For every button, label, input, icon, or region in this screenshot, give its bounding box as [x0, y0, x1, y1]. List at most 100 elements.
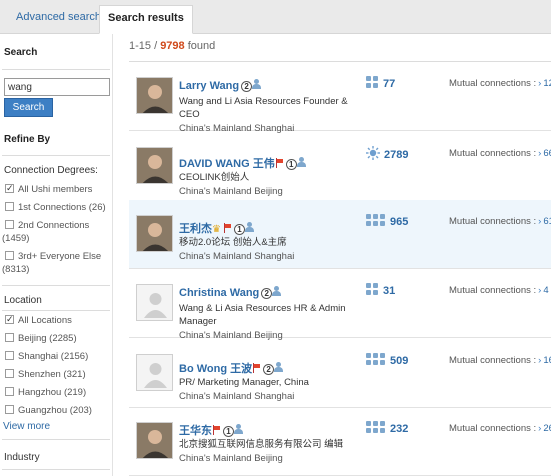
chevron-right-icon: ›	[538, 148, 542, 159]
search-input[interactable]	[4, 78, 110, 96]
view-more-link[interactable]: View more	[3, 421, 50, 432]
mutual-connections[interactable]: Mutual connections :›16	[449, 355, 551, 366]
checkbox[interactable]	[5, 333, 14, 342]
industry-title: Industry	[4, 452, 40, 463]
connection-degree-badge: 2	[263, 364, 275, 375]
profile-placeholder-icon[interactable]	[136, 284, 173, 321]
mutual-count[interactable]: 16	[543, 355, 551, 366]
people-group-icon	[366, 283, 379, 299]
result-row[interactable]: Bo Wong 王波 2 PR/ Marketing Manager, China C…	[129, 339, 551, 408]
filter-all-locations[interactable]: All Locations	[5, 313, 113, 327]
connections-number[interactable]: 2789	[384, 149, 408, 161]
connections-number[interactable]: 965	[390, 216, 408, 228]
network-hub-icon	[366, 146, 380, 163]
people-group-icon	[366, 214, 386, 230]
result-name-line: 王华东 1	[179, 422, 243, 437]
crown-icon: ♛	[212, 224, 221, 235]
profile-photo[interactable]	[136, 147, 173, 184]
mutual-connections[interactable]: Mutual connections :›66	[449, 148, 551, 159]
mutual-count[interactable]: 4	[543, 285, 548, 296]
result-name-link[interactable]: Bo Wong 王波	[179, 363, 252, 375]
chevron-right-icon: ›	[538, 423, 542, 434]
filter-2nd-connections[interactable]: 2nd Connections (1459)	[2, 219, 113, 245]
filter-hangzhou[interactable]: Hangzhou (219)	[5, 386, 113, 399]
checkbox-checked[interactable]	[5, 182, 14, 195]
filter-shanghai[interactable]: Shanghai (2156)	[5, 350, 113, 363]
checkbox[interactable]	[5, 387, 14, 396]
result-name-link[interactable]: Christina Wang	[179, 287, 259, 299]
checkbox[interactable]	[5, 405, 14, 414]
person-icon	[252, 79, 262, 90]
tab-advanced-search[interactable]: Advanced search	[8, 5, 109, 34]
result-name-link[interactable]: Larry Wang	[179, 80, 239, 92]
people-group-icon	[366, 76, 379, 92]
divider	[2, 439, 110, 440]
results-count: 1-15 / 9798 found	[129, 40, 216, 52]
profile-placeholder-icon[interactable]	[136, 354, 173, 391]
mutual-count[interactable]: 66	[543, 148, 551, 159]
person-icon	[245, 222, 254, 233]
connections-number[interactable]: 77	[383, 78, 395, 90]
mutual-count[interactable]: 12	[543, 78, 551, 89]
tab-bar: Advanced search Search results	[0, 0, 551, 34]
checkbox[interactable]	[5, 369, 14, 378]
result-name-link[interactable]: 王利杰	[179, 223, 212, 235]
connections-count[interactable]: 77	[366, 76, 395, 90]
person-icon	[272, 286, 282, 297]
mutual-connections[interactable]: Mutual connections :›26	[449, 423, 551, 434]
mutual-connections[interactable]: Mutual connections :›12	[449, 78, 551, 89]
mutual-count[interactable]: 61	[543, 216, 551, 227]
result-name-link[interactable]: 王华东	[179, 425, 212, 437]
people-group-icon	[366, 421, 386, 437]
profile-photo[interactable]	[136, 77, 173, 114]
connections-count[interactable]: 232	[366, 421, 408, 435]
result-row[interactable]: DAVID WANG 王伟 1 CEOLINK创始人 China's Mainland…	[129, 132, 551, 201]
checkbox[interactable]	[5, 202, 14, 211]
checkbox[interactable]	[5, 220, 14, 229]
checkbox-checked[interactable]	[5, 313, 14, 326]
connections-count[interactable]: 509	[366, 353, 408, 367]
connections-number[interactable]: 232	[390, 423, 408, 435]
filter-guangzhou[interactable]: Guangzhou (203)	[5, 404, 113, 417]
filter-all-members[interactable]: All Ushi members	[5, 182, 113, 196]
result-name-line: Larry Wang 2	[179, 79, 262, 93]
connections-number[interactable]: 509	[390, 355, 408, 367]
filter-beijing[interactable]: Beijing (2285)	[5, 332, 113, 345]
profile-photo[interactable]	[136, 422, 173, 459]
divider	[2, 69, 110, 70]
connections-count[interactable]: 2789	[366, 146, 408, 163]
result-name-link[interactable]: DAVID WANG 王伟	[179, 158, 275, 170]
connections-count[interactable]: 31	[366, 283, 395, 297]
connection-degree-badge: 2	[241, 81, 253, 92]
result-row[interactable]: Larry Wang 2 Wang and Li Asia Resources Fo…	[129, 62, 551, 134]
mutual-connections[interactable]: Mutual connections :›61	[449, 216, 551, 227]
profile-photo[interactable]	[136, 215, 173, 252]
result-title: PR/ Marketing Manager, China	[179, 377, 309, 388]
connections-number[interactable]: 31	[383, 285, 395, 297]
result-name-line: 王利杰♛ 1	[179, 220, 254, 235]
checkbox[interactable]	[5, 351, 14, 360]
search-button[interactable]: Search	[4, 98, 53, 117]
connections-count[interactable]: 965	[366, 214, 408, 228]
result-location: China's Mainland Beijing	[179, 453, 283, 464]
result-name-line: Christina Wang 2	[179, 286, 282, 300]
chevron-right-icon: ›	[538, 355, 542, 366]
mutual-connections[interactable]: Mutual connections : › 4	[449, 285, 549, 296]
flag-icon	[252, 363, 261, 373]
result-row[interactable]: 王华东 1 北京搜狐互联网信息服务有限公司 编辑 China's Mainland B…	[129, 407, 551, 476]
refine-title: Refine By	[4, 134, 51, 145]
mutual-count[interactable]: 26	[543, 423, 551, 434]
filter-1st-connections[interactable]: 1st Connections (26)	[5, 201, 113, 214]
divider	[2, 469, 110, 470]
person-icon	[234, 424, 243, 435]
filter-3rd-connections[interactable]: 3rd+ Everyone Else (8313)	[2, 250, 113, 276]
filter-shenzhen[interactable]: Shenzhen (321)	[5, 368, 113, 381]
divider	[2, 285, 110, 286]
person-icon	[296, 157, 306, 168]
result-location: China's Mainland Shanghai	[179, 391, 295, 402]
result-title: Wang & Li Asia Resources HR & Admin Mana…	[179, 303, 346, 327]
result-row[interactable]: 王利杰♛ 1 移动2.0论坛 创始人&主席 China's Mainland Shan…	[129, 200, 551, 269]
tab-search-results[interactable]: Search results	[99, 5, 193, 34]
checkbox[interactable]	[5, 251, 14, 260]
result-row[interactable]: Christina Wang 2 Wang & Li Asia Resources …	[129, 269, 551, 341]
